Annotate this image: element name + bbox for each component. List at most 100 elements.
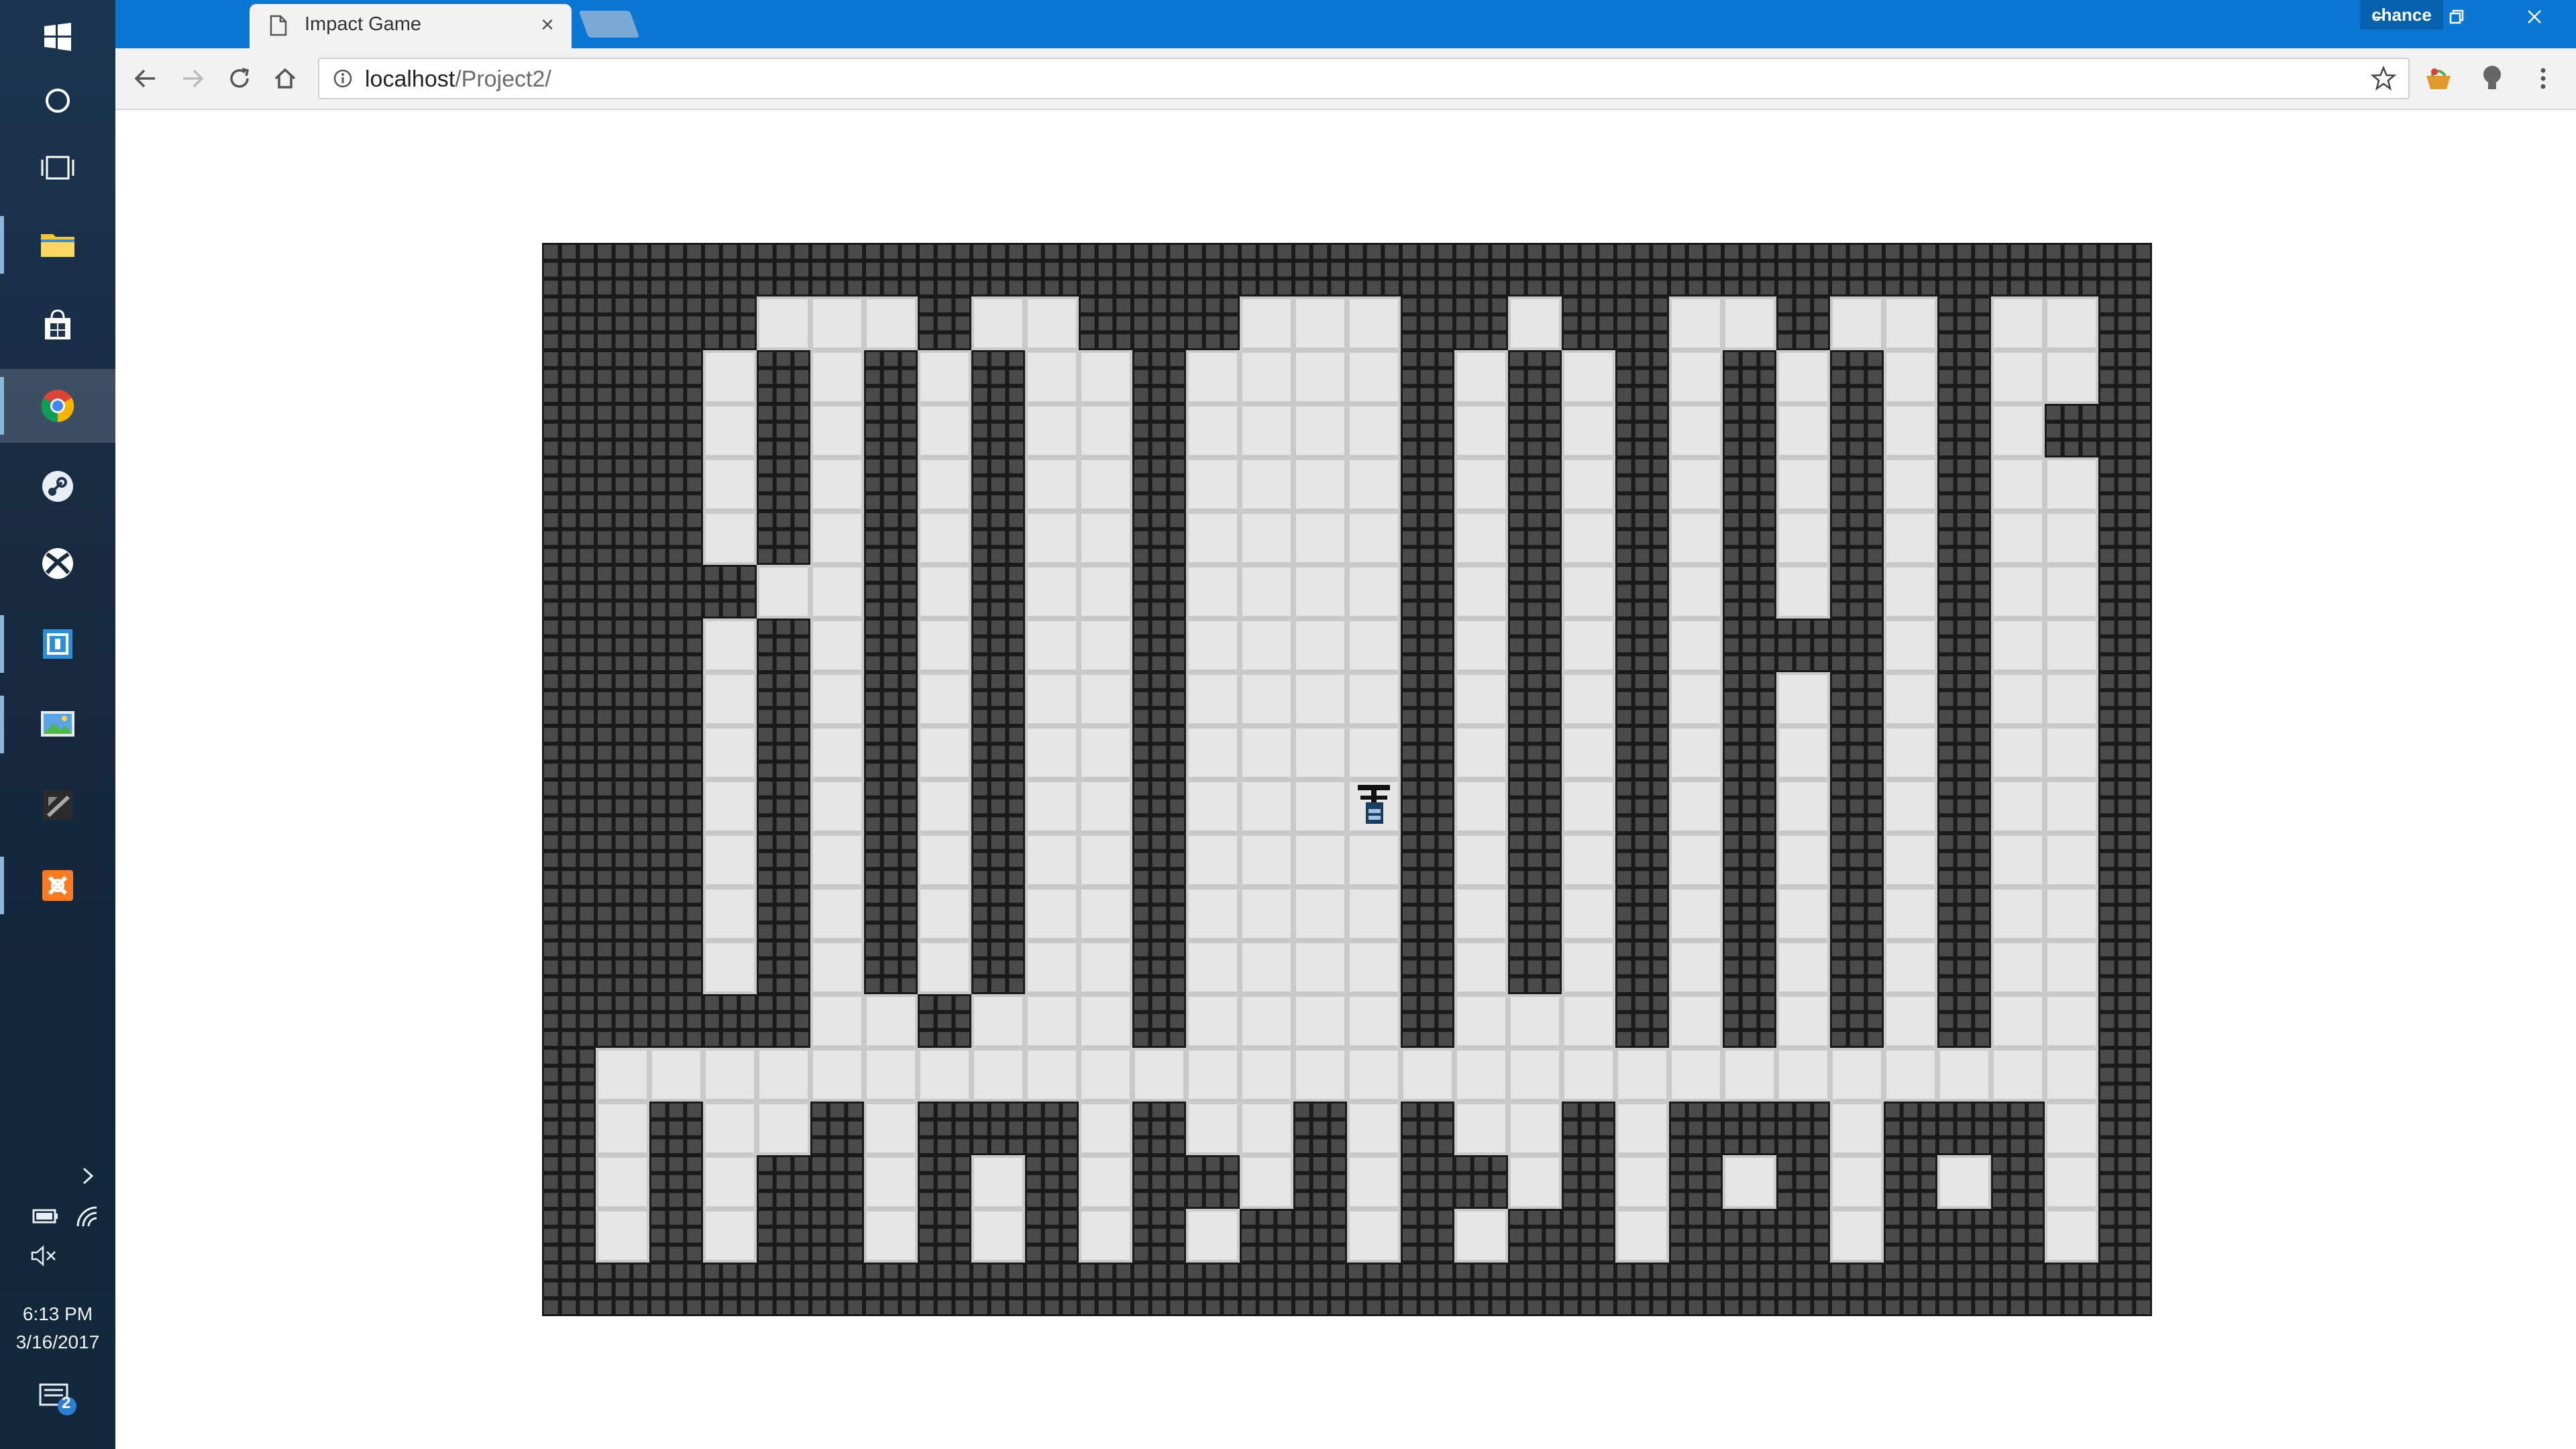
address-bar[interactable]: localhost/Project2/ (318, 58, 2410, 99)
tab-impact-game[interactable]: Impact Game × (250, 4, 572, 48)
floor-tile (1079, 941, 1132, 994)
wall-tile (596, 297, 649, 350)
wall-tile (1293, 1155, 1347, 1209)
wall-tile (1615, 726, 1669, 780)
floor-tile (596, 1155, 649, 1209)
wall-tile (1884, 1209, 1937, 1263)
minimize-icon[interactable] (2352, 7, 2406, 32)
wall-tile (1937, 619, 1991, 672)
info-icon[interactable] (333, 68, 353, 89)
wall-tile (1293, 243, 1347, 297)
wall-tile (542, 672, 596, 726)
floor-tile (918, 458, 971, 511)
chevron-up-icon[interactable] (78, 1166, 98, 1191)
clock-date: 3/16/2017 (15, 1332, 100, 1352)
wall-tile (864, 565, 918, 619)
visual-studio-icon[interactable] (0, 607, 115, 681)
wall-tile (757, 1155, 810, 1209)
windows-start-icon[interactable] (0, 0, 115, 74)
photos-icon[interactable] (0, 688, 115, 761)
wall-tile (1508, 511, 1562, 565)
extension-basket-icon[interactable] (2422, 62, 2455, 95)
wall-tile (971, 565, 1025, 619)
wall-tile (1132, 941, 1186, 994)
wall-tile (542, 404, 596, 458)
floor-tile (1240, 994, 1293, 1048)
xbox-icon[interactable] (0, 527, 115, 600)
file-explorer-icon[interactable] (0, 208, 115, 282)
floor-tile (1562, 941, 1615, 994)
floor-tile (1240, 833, 1293, 887)
wall-tile (1723, 458, 1776, 511)
floor-tile (1347, 672, 1401, 726)
wall-tile (1830, 833, 1884, 887)
home-icon[interactable] (268, 62, 302, 95)
wall-tile (1401, 243, 1454, 297)
battery-icon[interactable] (31, 1206, 60, 1231)
floor-tile (1454, 1102, 1508, 1155)
chrome-icon[interactable] (0, 369, 115, 443)
floor-tile (1025, 511, 1079, 565)
xampp-icon[interactable] (0, 849, 115, 922)
wall-tile (1776, 243, 1830, 297)
wall-tile (1132, 1155, 1186, 1209)
extension-lightbulb-icon[interactable] (2475, 62, 2509, 95)
floor-tile (1562, 404, 1615, 458)
wall-tile (757, 1209, 810, 1263)
wall-tile (1401, 1209, 1454, 1263)
floor-tile (810, 726, 864, 780)
wall-tile (542, 726, 596, 780)
floor-tile (649, 1048, 703, 1102)
bookmark-star-icon[interactable] (2371, 66, 2396, 91)
restore-icon[interactable] (2430, 7, 2483, 32)
wall-tile (2098, 887, 2152, 941)
new-tab-button[interactable] (578, 11, 640, 38)
floor-tile (1454, 1048, 1508, 1102)
action-center-icon[interactable]: 2 (39, 1381, 79, 1426)
steam-icon[interactable] (0, 449, 115, 523)
wall-tile (1615, 672, 1669, 726)
close-window-icon[interactable] (2508, 7, 2561, 32)
wall-tile (1132, 297, 1186, 350)
floor-tile (1508, 1155, 1562, 1209)
wall-tile (864, 672, 918, 726)
floor-tile (971, 1155, 1025, 1209)
floor-tile (918, 404, 971, 458)
wall-tile (1937, 1209, 1991, 1263)
floor-tile (1776, 565, 1830, 619)
floor-tile (1830, 1102, 1884, 1155)
floor-tile (1776, 887, 1830, 941)
wifi-icon[interactable] (75, 1205, 101, 1232)
floor-tile (971, 1048, 1025, 1102)
gpu-tool-icon[interactable] (0, 768, 115, 842)
wall-tile (2098, 619, 2152, 672)
floor-tile (1669, 941, 1723, 994)
wall-tile (1508, 672, 1562, 726)
floor-tile (1454, 619, 1508, 672)
store-icon[interactable] (0, 288, 115, 362)
wall-tile (757, 994, 810, 1048)
close-icon[interactable]: × (541, 12, 554, 38)
floor-tile (918, 833, 971, 887)
taskbar-clock[interactable]: 6:13 PM 3/16/2017 (0, 1300, 115, 1356)
cortana-icon[interactable] (0, 64, 115, 138)
wall-tile (1723, 726, 1776, 780)
menu-kebab-icon[interactable] (2526, 62, 2560, 95)
wall-tile (1079, 297, 1132, 350)
task-view-icon[interactable] (0, 131, 115, 205)
floor-tile (1991, 511, 2045, 565)
forward-icon[interactable] (176, 62, 209, 95)
reload-icon[interactable] (223, 62, 256, 95)
wall-tile (1830, 404, 1884, 458)
wall-tile (1615, 619, 1669, 672)
floor-tile (1776, 511, 1830, 565)
back-icon[interactable] (129, 62, 162, 95)
floor-tile (1884, 1048, 1937, 1102)
game-canvas[interactable] (542, 243, 2152, 1316)
volume-muted-icon[interactable] (30, 1245, 59, 1271)
wall-tile (2098, 672, 2152, 726)
floor-tile (1884, 672, 1937, 726)
wall-tile (596, 404, 649, 458)
floor-tile (1079, 1209, 1132, 1263)
wall-tile (1562, 1263, 1615, 1316)
